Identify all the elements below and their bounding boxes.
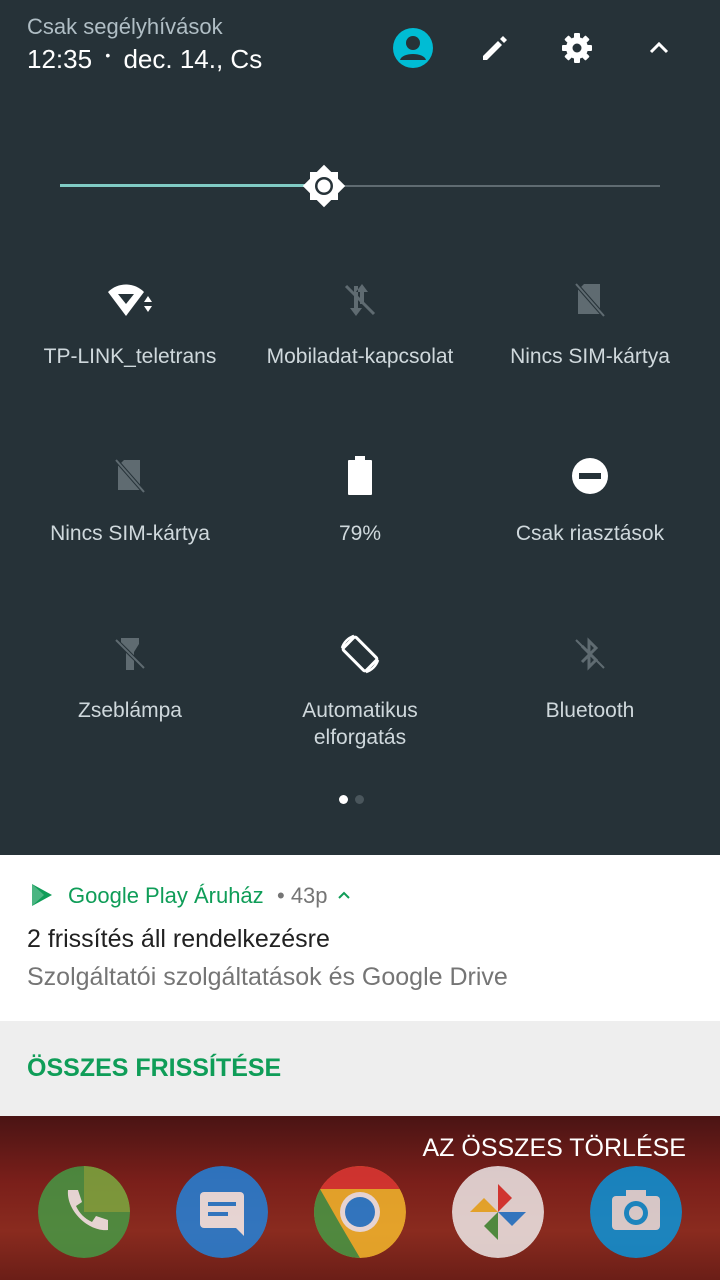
home-screen: AZ ÖSSZES TÖRLÉSE [0, 1116, 720, 1280]
notification-card[interactable]: Google Play Áruház • 43p 2 frissítés áll… [0, 855, 720, 1021]
collapse-button[interactable] [635, 24, 683, 72]
mobile-data-off-icon [336, 276, 384, 324]
user-button[interactable] [389, 24, 437, 72]
tile-label: Mobiladat-kapcsolat [266, 345, 454, 368]
chevron-up-icon[interactable] [337, 889, 351, 901]
pencil-icon [483, 36, 507, 60]
tile-label: Csak riasztások [515, 522, 665, 545]
notification-text: Szolgáltatói szolgáltatások és Google Dr… [27, 963, 508, 991]
gear-icon [562, 33, 592, 63]
wifi-icon [106, 276, 154, 324]
do-not-disturb-icon [566, 452, 614, 500]
tile-label: Automatikus elforgatás [302, 699, 418, 749]
notification-app-name: Google Play Áruház [68, 883, 264, 908]
date: dec. 14., Cs [123, 44, 263, 74]
brightness-icon [302, 164, 346, 208]
clear-all-button[interactable]: AZ ÖSSZES TÖRLÉSE [422, 1134, 686, 1163]
chrome-icon [314, 1166, 406, 1258]
bluetooth-off-icon [566, 630, 614, 678]
tile-label: Bluetooth [545, 699, 635, 722]
settings-button[interactable] [553, 24, 601, 72]
tile-label: Nincs SIM-kártya [50, 522, 210, 545]
edit-button[interactable] [471, 24, 519, 72]
camera-app[interactable] [590, 1166, 682, 1258]
play-store-icon [32, 884, 52, 906]
phone-app[interactable] [38, 1166, 130, 1258]
tile-label: Zseblámpa [78, 699, 182, 722]
brightness-thumb[interactable] [302, 164, 346, 208]
auto-rotate-icon [336, 630, 384, 678]
brightness-slider[interactable] [60, 164, 660, 208]
chrome-app[interactable] [314, 1166, 406, 1258]
chevron-up-icon [649, 41, 669, 54]
user-icon [393, 28, 433, 68]
quick-settings-panel: Csak segélyhívások 12:35 • dec. 14., Cs [0, 0, 720, 855]
phone-icon [38, 1166, 130, 1258]
no-sim-icon [106, 452, 154, 500]
camera-icon [590, 1166, 682, 1258]
update-all-button[interactable]: ÖSSZES FRISSÍTÉSE [27, 1054, 281, 1083]
page-dot-active [339, 795, 348, 804]
page-dot [355, 795, 364, 804]
messages-app[interactable] [176, 1166, 268, 1258]
notification-time: • 43p [277, 883, 328, 908]
battery-icon [336, 452, 384, 500]
separator: • [105, 47, 111, 63]
clock: 12:35 [27, 44, 93, 74]
tile-label: Nincs SIM-kártya [510, 345, 670, 368]
photos-icon [452, 1166, 544, 1258]
no-sim-icon [566, 276, 614, 324]
tile-label: 79% [338, 522, 382, 545]
messages-icon [176, 1166, 268, 1258]
carrier-text: Csak segélyhívások [27, 14, 223, 39]
notification-actions: ÖSSZES FRISSÍTÉSE [0, 1021, 720, 1116]
photos-app[interactable] [452, 1166, 544, 1258]
tile-label: TP-LINK_teletrans [43, 345, 217, 368]
date-time: 12:35 • dec. 14., Cs [27, 44, 262, 75]
flashlight-off-icon [106, 630, 154, 678]
notification-title: 2 frissítés áll rendelkezésre [27, 925, 330, 953]
slider-fill [60, 184, 324, 187]
